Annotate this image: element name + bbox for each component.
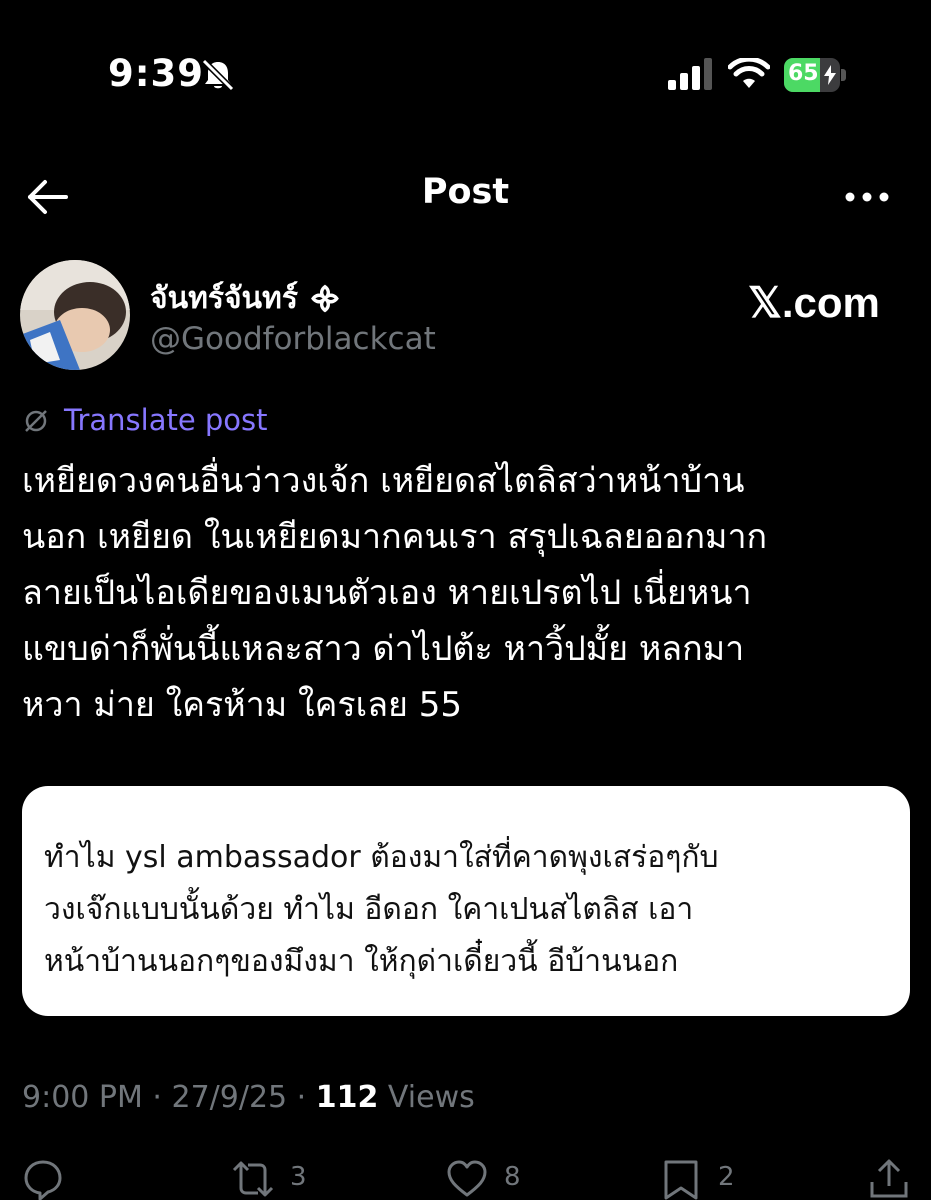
- bookmark-count: 2: [718, 1162, 735, 1192]
- page-title: Post: [421, 172, 510, 212]
- post-image-text: ทำไม ysl ambassador ต้องมาใส่ที่คาดพุงเส…: [44, 840, 719, 979]
- translate-icon: [25, 410, 47, 432]
- x-com-watermark: 𝕏.com: [748, 279, 880, 326]
- repost-count: 3: [290, 1162, 307, 1192]
- post-timestamp: 9:00 PM · 27/9/25 ·: [22, 1080, 316, 1115]
- charging-bolt-icon: [824, 65, 836, 85]
- heart-icon: [447, 1160, 487, 1197]
- share-icon: [870, 1159, 908, 1198]
- post-meta: 9:00 PM · 27/9/25 · 112 Views: [22, 1080, 475, 1115]
- post-image[interactable]: ทำไม ysl ambassador ต้องมาใส่ที่คาดพุงเส…: [22, 786, 910, 1016]
- wifi-icon: [728, 58, 770, 88]
- like-count: 8: [504, 1162, 521, 1192]
- nav-bar: Post: [0, 150, 931, 245]
- more-icon[interactable]: [844, 182, 890, 212]
- author-handle[interactable]: @Goodforblackcat: [150, 321, 436, 357]
- post: จันทร์จันทร์ ᯽ @Goodforblackcat 𝕏.com Tr…: [0, 245, 931, 1200]
- repost-icon: [232, 1161, 274, 1197]
- battery-level: 65: [788, 61, 819, 86]
- status-time: 9:39: [108, 52, 205, 95]
- action-bar: 3 8 2: [0, 1150, 931, 1200]
- status-bar: 9:39 65: [0, 0, 931, 150]
- bell-slash-icon: [201, 58, 235, 92]
- signal-icon: [668, 58, 712, 90]
- avatar[interactable]: [20, 260, 130, 370]
- author-name[interactable]: จันทร์จันทร์ ᯽: [150, 275, 342, 322]
- post-text: เหยียดวงคนอื่นว่าวงเจ้ก เหยียดสไตลิสว่าห…: [22, 461, 768, 725]
- reply-icon: [24, 1160, 62, 1200]
- bookmark-icon: [664, 1160, 698, 1200]
- views-label: Views: [378, 1080, 475, 1115]
- battery-charging-icon: 65: [784, 58, 846, 92]
- views-count: 112: [315, 1080, 379, 1115]
- translate-post-link[interactable]: Translate post: [64, 403, 268, 437]
